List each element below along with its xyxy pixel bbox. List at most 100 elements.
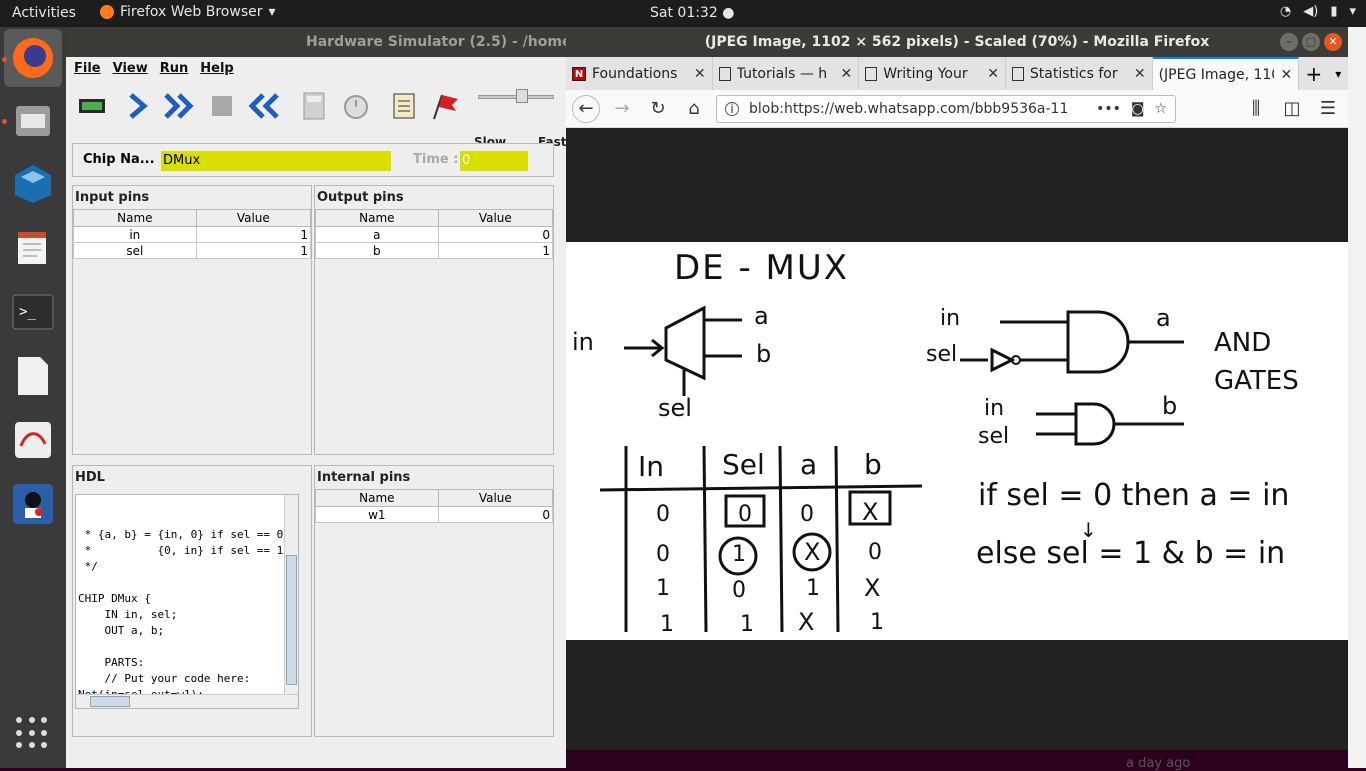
column-header-value[interactable]: Value xyxy=(437,209,554,227)
dock: >_ xyxy=(0,27,66,768)
flag-icon xyxy=(433,94,458,120)
text-editor-icon xyxy=(18,232,46,264)
animation-speed-slider[interactable] xyxy=(478,89,558,109)
page-actions-icon[interactable]: ••• xyxy=(1096,101,1121,117)
tab-close-icon[interactable]: ✕ xyxy=(1134,66,1146,82)
hdl-title: HDL xyxy=(75,470,105,485)
vertical-scrollbar[interactable] xyxy=(284,495,298,708)
clock-button[interactable] xyxy=(338,88,374,124)
tab-close-icon[interactable]: ✕ xyxy=(694,66,706,82)
menu-view[interactable]: View xyxy=(113,61,148,76)
dock-pdf-viewer[interactable] xyxy=(4,411,62,469)
document-icon xyxy=(18,357,48,395)
back-button[interactable]: ← xyxy=(572,94,600,123)
chip-name-field[interactable]: DMux xyxy=(161,151,391,171)
dock-text-editor[interactable] xyxy=(4,219,62,277)
pin-value[interactable]: 1 xyxy=(195,226,312,243)
tab-close-icon[interactable]: ✕ xyxy=(1280,67,1292,83)
sidebar-button[interactable]: ◫ xyxy=(1278,95,1306,123)
stop-button[interactable] xyxy=(204,88,240,124)
terminal-icon: >_ xyxy=(12,294,54,330)
tab-foundations[interactable]: N Foundations ✕ xyxy=(566,57,713,90)
horizontal-scrollbar[interactable] xyxy=(76,694,298,708)
app-menu[interactable]: Firefox Web Browser ▾ xyxy=(100,4,276,20)
output-pins-title: Output pins xyxy=(317,190,404,205)
breakpoint-button[interactable] xyxy=(426,88,462,124)
hdl-code-view[interactable]: * {a, b} = {in, 0} if sel == 0 * {0, in}… xyxy=(75,494,299,709)
column-header-name[interactable]: Name xyxy=(315,489,439,507)
new-tab-button[interactable]: + xyxy=(1299,57,1328,90)
note-line-1: if sel = 0 then a = in xyxy=(978,478,1290,513)
table-cell: 0 xyxy=(656,542,670,567)
window-title: Hardware Simulator (2.5) - /home/ub xyxy=(66,27,566,57)
maximize-button[interactable]: □ xyxy=(1302,33,1320,51)
close-button[interactable]: ✕ xyxy=(1324,33,1342,51)
forward-button[interactable]: → xyxy=(608,95,636,123)
column-header-value[interactable]: Value xyxy=(195,209,312,227)
activities-button[interactable]: Activities xyxy=(12,5,76,21)
show-applications-button[interactable] xyxy=(16,717,48,749)
fast-forward-icon xyxy=(164,93,194,119)
tab-statistics[interactable]: Statistics for ✕ xyxy=(1006,57,1153,90)
dock-document[interactable] xyxy=(4,347,62,405)
pin-value: 0 xyxy=(437,506,554,523)
chip-name-label: Chip Na... xyxy=(83,152,155,167)
reset-button[interactable] xyxy=(246,88,282,124)
script-button[interactable] xyxy=(386,88,422,124)
column-header-value[interactable]: Value xyxy=(437,489,554,507)
and-gates-label: AND GATES xyxy=(1214,328,1299,396)
alarm-clock-icon xyxy=(344,95,368,119)
reload-button[interactable]: ↻ xyxy=(644,95,672,123)
tab-label: Tutorials — h xyxy=(736,65,828,82)
menu-file[interactable]: File xyxy=(74,61,101,76)
single-step-button[interactable] xyxy=(120,88,156,124)
system-tray[interactable]: ◔ ◀) ▮ ▾ xyxy=(1280,4,1356,19)
internal-pins-panel: Internal pins Name Value w1 0 xyxy=(314,465,554,737)
chevron-down-icon: ▾ xyxy=(1349,4,1356,19)
tab-close-icon[interactable]: ✕ xyxy=(841,66,853,82)
tab-list-button[interactable]: ▾ xyxy=(1328,57,1348,90)
tab-writing[interactable]: Writing Your ✕ xyxy=(859,57,1006,90)
tab-jpeg-image[interactable]: (JPEG Image, 110 ✕ xyxy=(1152,57,1300,90)
pin-value[interactable]: 1 xyxy=(195,242,312,259)
demux-notes-image[interactable]: DE - MUX in a b sel in sel a AND GATES i… xyxy=(566,242,1348,640)
menu-button[interactable]: ☰ xyxy=(1314,95,1342,123)
bookmark-star-icon[interactable]: ☆ xyxy=(1154,101,1167,117)
dock-java[interactable] xyxy=(4,475,62,533)
dock-virtualbox[interactable] xyxy=(4,155,62,213)
minimize-button[interactable]: – xyxy=(1280,33,1298,51)
files-icon xyxy=(16,106,50,136)
calculator-button[interactable] xyxy=(296,88,332,124)
pocket-icon[interactable]: ◙ xyxy=(1131,101,1145,117)
image-label-a: a xyxy=(754,302,769,330)
home-button[interactable]: ⌂ xyxy=(680,95,708,123)
column-header-name[interactable]: Name xyxy=(73,209,197,227)
firefox-icon xyxy=(100,5,114,19)
load-chip-button[interactable] xyxy=(74,88,110,124)
column-header-name[interactable]: Name xyxy=(315,209,439,227)
sidebar-icon: ◫ xyxy=(1283,98,1301,119)
document-icon xyxy=(865,66,878,81)
tab-close-icon[interactable]: ✕ xyxy=(987,66,999,82)
menu-run[interactable]: Run xyxy=(160,61,189,76)
clock[interactable]: Sat 01:32 ● xyxy=(650,5,734,21)
home-icon: ⌂ xyxy=(688,98,700,119)
dock-terminal[interactable]: >_ xyxy=(4,283,62,341)
rewind-icon xyxy=(248,93,279,119)
url-bar[interactable]: i blob:https://web.whatsapp.com/bbb9536a… xyxy=(716,94,1176,123)
image-heading: DE - MUX xyxy=(674,248,850,288)
table-cell: 1 xyxy=(740,612,754,637)
dock-files[interactable] xyxy=(4,91,62,149)
table-row: in 1 xyxy=(73,226,312,243)
and-gate-icon xyxy=(960,310,1184,374)
info-icon[interactable]: i xyxy=(725,101,739,116)
run-button[interactable] xyxy=(162,88,198,124)
library-button[interactable]: ⫼ xyxy=(1242,95,1270,123)
table-header-a: a xyxy=(800,448,818,481)
input-pins-title: Input pins xyxy=(75,190,150,205)
slider-thumb[interactable] xyxy=(516,89,528,103)
menu-help[interactable]: Help xyxy=(200,61,233,76)
tab-tutorials[interactable]: Tutorials — h ✕ xyxy=(713,57,860,90)
tab-label: Statistics for xyxy=(1029,65,1118,82)
dock-firefox[interactable] xyxy=(4,29,62,87)
